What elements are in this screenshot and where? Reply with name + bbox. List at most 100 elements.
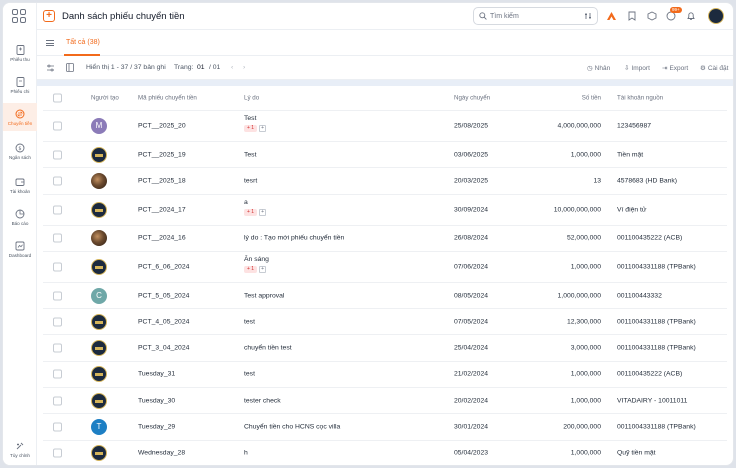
add-tag-icon[interactable]: +: [259, 265, 267, 273]
row-checkbox[interactable]: [53, 422, 62, 432]
table-body: M PCT__2025_20 Test + 1 + 25/08/2025 4,00…: [43, 111, 727, 465]
transfer-amount: 1,000,000,000: [557, 292, 601, 300]
user-avatar[interactable]: [708, 8, 724, 24]
transfer-code[interactable]: PCT_5_05_2024: [138, 292, 189, 299]
table-row[interactable]: Tuesday_31 test 21/02/2024 1,000,000 001…: [43, 362, 727, 389]
help-icon[interactable]: [646, 10, 658, 22]
reason-text: a: [244, 198, 248, 206]
brand-logo-icon[interactable]: [605, 10, 617, 22]
table-row[interactable]: Wednesday_28 h 05/04/2023 1,000,000 Quỹ …: [43, 441, 727, 465]
row-checkbox[interactable]: [53, 121, 62, 131]
transfer-code[interactable]: Tuesday_29: [138, 424, 175, 431]
transfer-amount: 52,000,000: [566, 234, 601, 242]
row-checkbox[interactable]: [53, 343, 62, 353]
reason-text: tesrt: [244, 177, 258, 185]
row-checkbox[interactable]: [53, 448, 62, 458]
transfer-code[interactable]: Tuesday_30: [138, 397, 175, 404]
bookmark-icon[interactable]: [626, 10, 638, 22]
transfer-date: 08/05/2024: [454, 292, 489, 300]
import-button[interactable]: ⇩ Import: [624, 64, 650, 73]
table-row[interactable]: C PCT_5_05_2024 Test approval 08/05/2024…: [43, 283, 727, 310]
reason-text: Test: [244, 151, 257, 159]
row-checkbox[interactable]: [53, 396, 62, 406]
transfer-code[interactable]: PCT__2025_20: [138, 123, 186, 130]
col-amount[interactable]: Số tiền: [582, 95, 601, 102]
table-row[interactable]: PCT__2024_16 lý do : Tạo mới phiếu chuyể…: [43, 226, 727, 252]
sidebar-item-receipts[interactable]: Phiếu thu: [3, 39, 37, 67]
transfer-date: 30/09/2024: [454, 206, 489, 214]
reason-text: Chuyển tiền cho HCNS cọc villa: [244, 423, 341, 431]
add-button[interactable]: +: [43, 10, 55, 22]
table-row[interactable]: M PCT__2025_20 Test + 1 + 25/08/2025 4,00…: [43, 111, 727, 142]
filter-icon[interactable]: [46, 64, 55, 74]
col-creator[interactable]: Người tạo: [91, 95, 119, 102]
sidebar-item-reports[interactable]: Báo cáo: [3, 203, 37, 231]
transfer-code[interactable]: PCT__2025_19: [138, 151, 186, 158]
sidebar-customize[interactable]: Tùy chỉnh: [3, 435, 37, 463]
filter-sliders-icon[interactable]: [584, 12, 592, 22]
export-button[interactable]: ⇥ Export: [662, 64, 688, 73]
table-row[interactable]: Tuesday_30 tester check 20/02/2024 1,000…: [43, 388, 727, 415]
add-tag-icon[interactable]: +: [259, 125, 267, 132]
table-row[interactable]: PCT_4_05_2024 test 07/05/2024 12,300,000…: [43, 309, 727, 336]
col-source[interactable]: Tài khoản nguồn: [617, 95, 663, 102]
transfer-code[interactable]: PCT_3_04_2024: [138, 345, 189, 352]
reason-text: Test approval: [244, 292, 285, 300]
sidebar-item-accounts[interactable]: Tài khoản: [3, 171, 37, 199]
col-code[interactable]: Mã phiếu chuyển tiền: [138, 95, 197, 102]
add-tag-icon[interactable]: +: [259, 208, 267, 216]
page-label: Trang:: [174, 64, 194, 71]
sidebar-item-budget[interactable]: $ Ngân sách: [3, 137, 37, 165]
row-checkbox[interactable]: [53, 291, 62, 301]
transfer-code[interactable]: PCT_4_05_2024: [138, 318, 189, 325]
table-row[interactable]: PCT__2025_18 tesrt 20/03/2025 13 4578683…: [43, 168, 727, 195]
row-checkbox[interactable]: [53, 262, 62, 272]
reason-tag[interactable]: + 1: [244, 125, 258, 132]
next-page-icon[interactable]: ›: [243, 64, 245, 71]
clone-label: Nhân: [594, 64, 611, 72]
table-row[interactable]: PCT_3_04_2024 chuyển tiền test 25/04/202…: [43, 335, 727, 362]
table-row[interactable]: PCT_6_06_2024 Ăn sáng + 1 + 07/06/2024 1,…: [43, 252, 727, 283]
prev-page-icon[interactable]: ‹: [231, 64, 233, 71]
row-checkbox[interactable]: [53, 233, 62, 243]
table-row[interactable]: T Tuesday_29 Chuyển tiền cho HCNS cọc vi…: [43, 414, 727, 441]
page-current[interactable]: 01: [197, 64, 205, 71]
sidebar-item-label: Phiếu chi: [10, 88, 30, 94]
sidebar-item-payments[interactable]: Phiếu chi: [3, 71, 37, 99]
settings-button[interactable]: ⚙ Cài đặt: [700, 64, 728, 73]
sidebar-item-dashboard[interactable]: Dashboard: [3, 235, 37, 263]
row-checkbox[interactable]: [53, 369, 62, 379]
menu-icon[interactable]: [46, 40, 54, 46]
row-checkbox[interactable]: [53, 150, 62, 160]
reason-tag[interactable]: + 1: [244, 265, 258, 273]
table-row[interactable]: PCT__2025_19 Test 03/06/2025 1,000,000 T…: [43, 142, 727, 169]
transfer-amount: 13: [593, 177, 601, 185]
select-all-checkbox[interactable]: [53, 93, 62, 103]
table-row[interactable]: PCT__2024_17 a + 1 + 30/09/2024 10,000,00…: [43, 195, 727, 226]
clone-button[interactable]: ◷ Nhân: [587, 64, 611, 73]
reason-text: h: [244, 449, 248, 457]
transfer-code[interactable]: PCT__2024_16: [138, 235, 186, 242]
columns-icon[interactable]: [66, 63, 74, 74]
transfer-code[interactable]: PCT_6_06_2024: [138, 263, 189, 270]
transfer-code[interactable]: PCT__2024_17: [138, 206, 186, 213]
tab-all[interactable]: Tất cả (38): [66, 39, 100, 46]
sidebar-item-transfers[interactable]: Chuyển tiền: [3, 103, 37, 131]
reason-tag[interactable]: + 1: [244, 208, 258, 216]
search-box[interactable]: Tìm kiếm: [473, 7, 598, 25]
col-date[interactable]: Ngày chuyển: [454, 95, 490, 102]
col-reason[interactable]: Lý do: [244, 95, 259, 102]
sidebar-item-label: Tài khoản: [9, 188, 31, 194]
transfer-code[interactable]: Tuesday_31: [138, 371, 175, 378]
row-checkbox[interactable]: [53, 176, 62, 186]
bell-icon[interactable]: [685, 10, 697, 22]
row-checkbox[interactable]: [53, 317, 62, 327]
transfer-date: 07/05/2024: [454, 318, 489, 326]
transfer-code[interactable]: Wednesday_28: [138, 450, 185, 457]
import-label: Import: [631, 64, 650, 72]
row-checkbox[interactable]: [53, 205, 62, 215]
source-account: 001100435222 (ACB): [617, 234, 683, 242]
transfer-date: 03/06/2025: [454, 151, 489, 159]
apps-grid-icon[interactable]: [12, 9, 26, 23]
transfer-code[interactable]: PCT__2025_18: [138, 177, 186, 184]
